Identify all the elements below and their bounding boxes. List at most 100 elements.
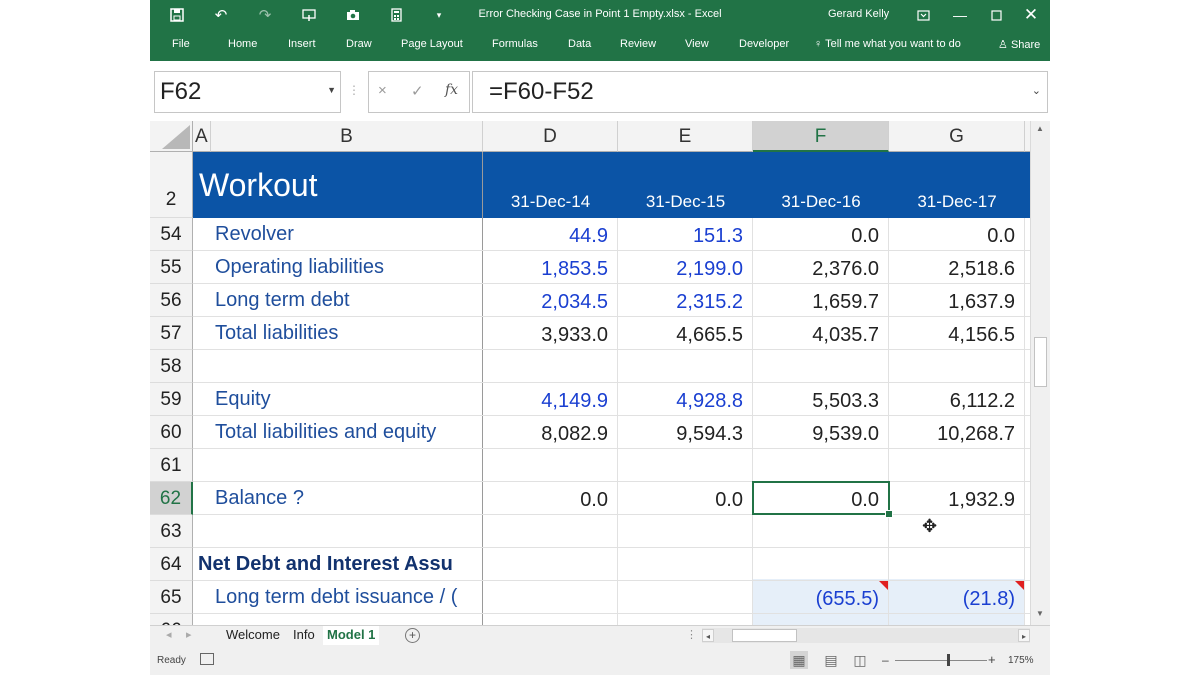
tab-page-layout[interactable]: Page Layout xyxy=(401,38,463,50)
redo-icon[interactable]: ↷ xyxy=(252,4,278,26)
sheet-tab-model-1[interactable]: Model 1 xyxy=(323,626,380,647)
sheet-tab-welcome[interactable]: Welcome xyxy=(222,626,284,645)
page-break-view-icon[interactable]: ◫ xyxy=(851,651,869,669)
cell-g56[interactable]: 1,637.9 xyxy=(889,286,1025,319)
zoom-slider[interactable] xyxy=(895,660,987,661)
user-name[interactable]: Gerard Kelly xyxy=(828,8,889,20)
scroll-up-icon[interactable]: ▲ xyxy=(1034,124,1046,138)
cell-e62[interactable]: 0.0 xyxy=(618,484,753,517)
zoom-out-icon[interactable]: – xyxy=(882,653,889,667)
section-heading-net-debt[interactable]: Net Debt and Interest Assu xyxy=(198,548,482,581)
tell-me-box[interactable]: ♀ Tell me what you want to do xyxy=(814,38,961,50)
cell-g57[interactable]: 4,156.5 xyxy=(889,319,1025,352)
ribbon-display-options-icon[interactable] xyxy=(906,2,940,28)
scroll-right-icon[interactable]: ▸ xyxy=(1018,629,1030,642)
column-header-e[interactable]: E xyxy=(618,121,753,152)
expand-formula-bar-icon[interactable]: ⌄ xyxy=(1032,84,1041,97)
cell-d56[interactable]: 2,034.5 xyxy=(483,286,618,319)
column-header-g[interactable]: G xyxy=(889,121,1025,152)
row-header-60[interactable]: 60 xyxy=(150,416,193,449)
zoom-in-icon[interactable]: + xyxy=(988,652,996,667)
row-header-58[interactable]: 58 xyxy=(150,350,193,383)
cell-e56[interactable]: 2,315.2 xyxy=(618,286,753,319)
column-header-f[interactable]: F xyxy=(753,121,889,152)
cell-d57[interactable]: 3,933.0 xyxy=(483,319,618,352)
label-long-term-debt[interactable]: Long term debt xyxy=(215,284,480,317)
row-header-62[interactable]: 62 xyxy=(150,482,193,515)
name-box[interactable]: F62 ▼ xyxy=(154,71,341,113)
workout-title[interactable]: Workout xyxy=(199,152,479,218)
chevron-down-icon[interactable]: ▼ xyxy=(327,85,336,95)
cell-g65[interactable]: (21.8) xyxy=(889,583,1025,616)
cell-f60[interactable]: 9,539.0 xyxy=(753,418,889,451)
cell-f55[interactable]: 2,376.0 xyxy=(753,253,889,286)
row-header-64[interactable]: 64 xyxy=(150,548,193,581)
cell-e57[interactable]: 4,665.5 xyxy=(618,319,753,352)
comment-indicator[interactable] xyxy=(879,581,888,590)
normal-view-icon[interactable]: ▦ xyxy=(790,651,808,669)
tab-view[interactable]: View xyxy=(685,38,709,50)
row-header-63[interactable]: 63 xyxy=(150,515,193,548)
camera-icon[interactable] xyxy=(340,4,366,26)
zoom-slider-knob[interactable] xyxy=(947,654,950,666)
close-icon[interactable]: ✕ xyxy=(1014,2,1048,28)
vertical-scroll-thumb[interactable] xyxy=(1034,337,1047,387)
label-total-liabilities[interactable]: Total liabilities xyxy=(215,317,480,350)
cell-g54[interactable]: 0.0 xyxy=(889,220,1025,253)
horizontal-scrollbar[interactable]: ◂ ▸ xyxy=(702,628,1030,643)
sheet-tab-info[interactable]: Info xyxy=(289,626,319,645)
horizontal-scroll-thumb[interactable] xyxy=(732,629,797,642)
cell-d54[interactable]: 44.9 xyxy=(483,220,618,253)
save-icon[interactable] xyxy=(164,4,190,26)
date-header-g[interactable]: 31-Dec-17 xyxy=(889,185,1025,218)
row-header-56[interactable]: 56 xyxy=(150,284,193,317)
cell-f56[interactable]: 1,659.7 xyxy=(753,286,889,319)
label-operating-liabilities[interactable]: Operating liabilities xyxy=(215,251,480,284)
cell-d59[interactable]: 4,149.9 xyxy=(483,385,618,418)
date-header-f[interactable]: 31-Dec-16 xyxy=(753,185,889,218)
label-balance-check[interactable]: Balance ? xyxy=(215,482,480,515)
tab-review[interactable]: Review xyxy=(620,38,656,50)
select-all-corner[interactable] xyxy=(150,121,193,152)
zoom-level[interactable]: 175% xyxy=(1008,655,1034,666)
cell-e54[interactable]: 151.3 xyxy=(618,220,753,253)
cell-f59[interactable]: 5,503.3 xyxy=(753,385,889,418)
date-header-d[interactable]: 31-Dec-14 xyxy=(483,185,618,218)
cell-e55[interactable]: 2,199.0 xyxy=(618,253,753,286)
cell-e59[interactable]: 4,928.8 xyxy=(618,385,753,418)
label-revolver[interactable]: Revolver xyxy=(215,218,480,251)
fill-handle[interactable] xyxy=(885,510,893,518)
macro-recording-icon[interactable] xyxy=(200,653,214,665)
share-button[interactable]: ♙ Share xyxy=(998,38,1040,51)
cell-f57[interactable]: 4,035.7 xyxy=(753,319,889,352)
row-header-61[interactable]: 61 xyxy=(150,449,193,482)
cell-d55[interactable]: 1,853.5 xyxy=(483,253,618,286)
row-header-55[interactable]: 55 xyxy=(150,251,193,284)
scroll-down-icon[interactable]: ▼ xyxy=(1034,609,1046,623)
calculator-icon[interactable] xyxy=(383,4,409,26)
date-header-e[interactable]: 31-Dec-15 xyxy=(618,185,753,218)
add-sheet-icon[interactable]: + xyxy=(405,628,420,643)
undo-icon[interactable]: ↶ xyxy=(208,4,234,26)
scroll-left-icon[interactable]: ◂ xyxy=(702,629,714,642)
row-header-57[interactable]: 57 xyxy=(150,317,193,350)
formula-input[interactable]: =F60-F52 ⌄ xyxy=(472,71,1048,113)
cell-e60[interactable]: 9,594.3 xyxy=(618,418,753,451)
tab-draw[interactable]: Draw xyxy=(346,38,372,50)
touch-mode-icon[interactable] xyxy=(296,4,322,26)
cell-g59[interactable]: 6,112.2 xyxy=(889,385,1025,418)
row-header-54[interactable]: 54 xyxy=(150,218,193,251)
insert-function-icon[interactable]: fx xyxy=(445,82,458,98)
column-header-d[interactable]: D xyxy=(483,121,618,152)
tab-data[interactable]: Data xyxy=(568,38,591,50)
row-header-59[interactable]: 59 xyxy=(150,383,193,416)
cell-d62[interactable]: 0.0 xyxy=(483,484,618,517)
row-header-2[interactable]: 2 xyxy=(150,152,193,218)
comment-indicator[interactable] xyxy=(1015,581,1024,590)
cell-g62[interactable]: 1,932.9 xyxy=(889,484,1025,517)
drag-handle-icon[interactable]: ⋮ xyxy=(348,83,360,97)
vertical-scrollbar[interactable]: ▲ ▼ xyxy=(1030,121,1050,625)
tab-split-handle-icon[interactable]: ⋮ xyxy=(686,628,697,641)
label-equity[interactable]: Equity xyxy=(215,383,480,416)
tab-formulas[interactable]: Formulas xyxy=(492,38,538,50)
